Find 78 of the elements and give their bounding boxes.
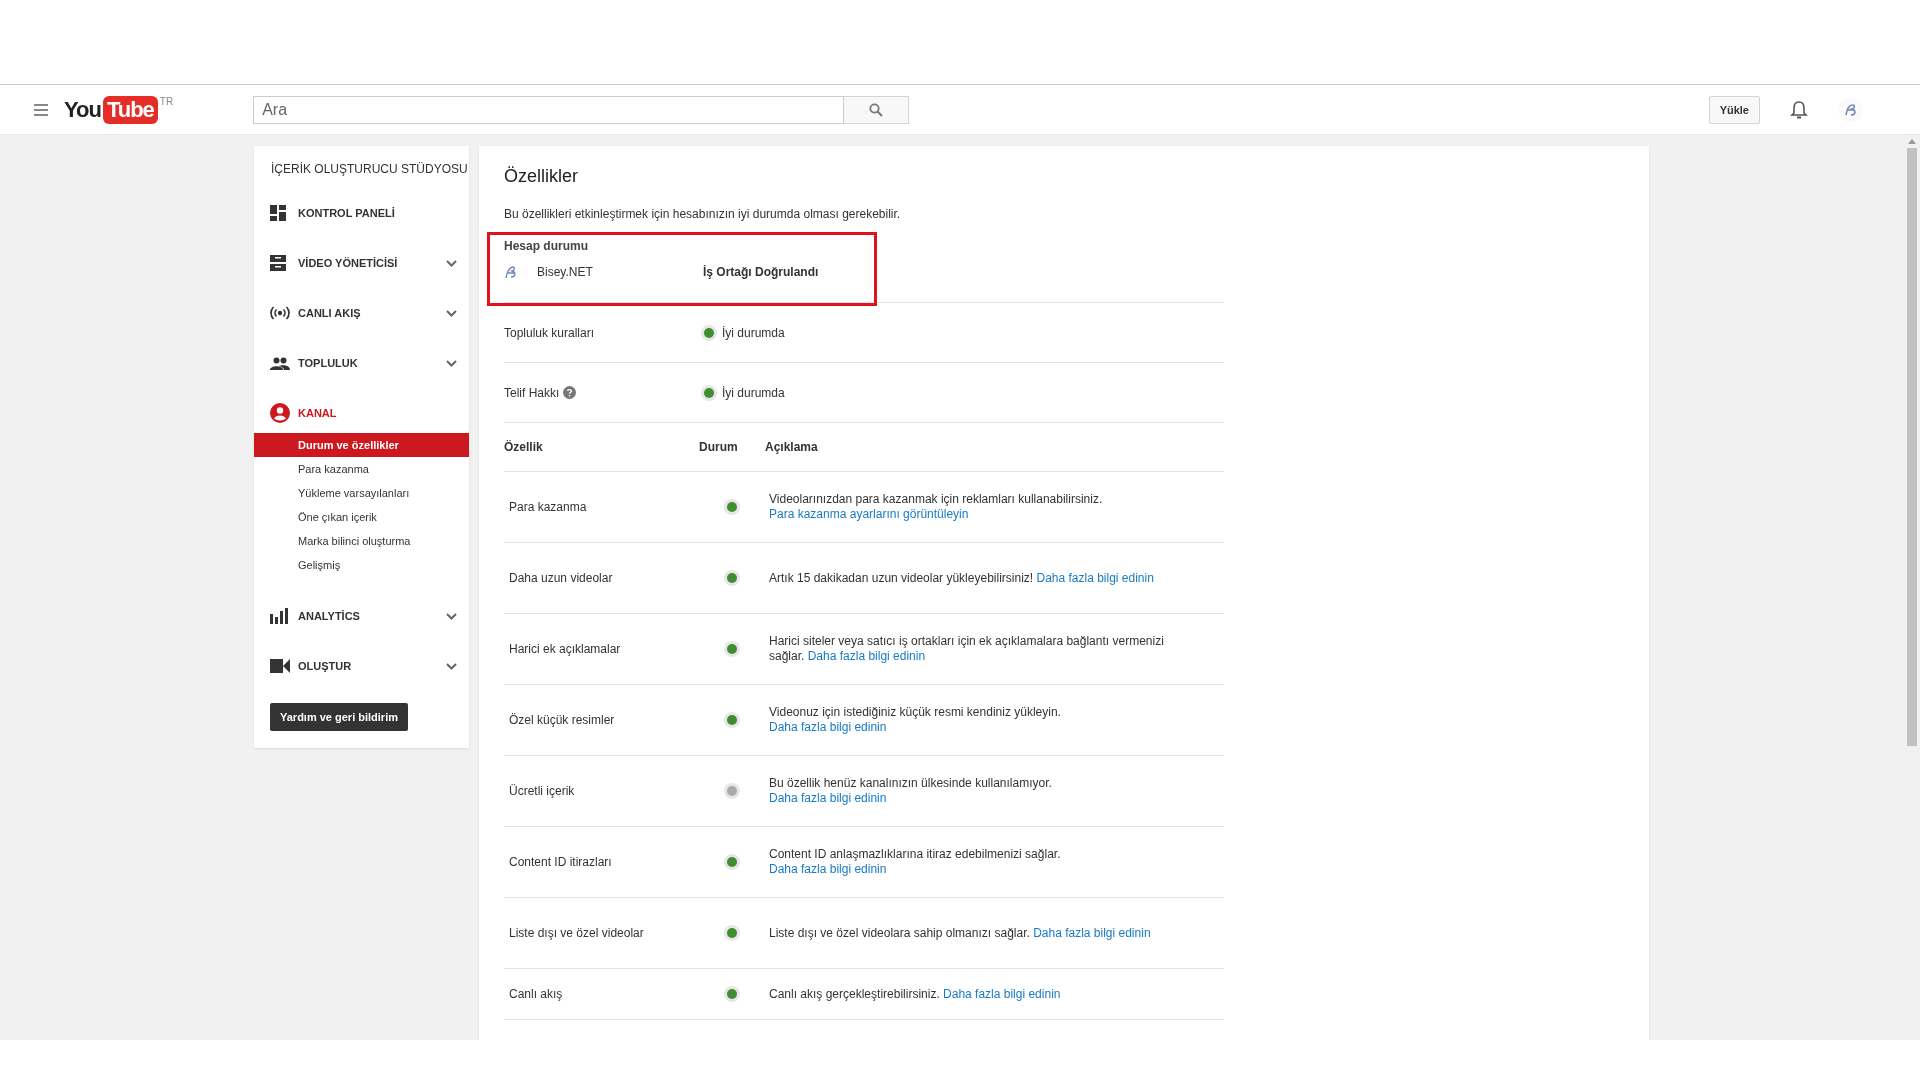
sidebar-item-label: VİDEO YÖNETİCİSİ	[298, 257, 399, 269]
feature-name: Canlı akış	[508, 987, 564, 1001]
column-header: Açıklama	[765, 440, 819, 454]
learn-more-link[interactable]: Daha fazla bilgi edinin	[1036, 570, 1154, 585]
sidebar-item-label: OLUŞTUR	[298, 660, 353, 672]
feature-description: Bu özellik henüz kanalınızın ülkesinde kullanılamıyor. Daha fazla bilgi edinin	[768, 776, 1053, 806]
chevron-down-icon[interactable]	[446, 662, 457, 670]
chevron-down-icon[interactable]	[446, 359, 457, 367]
sidebar-subitem[interactable]: Öne çıkan içerik	[254, 505, 469, 529]
learn-more-link[interactable]: Daha fazla bilgi edinin	[1033, 925, 1151, 940]
feature-name: Daha uzun videolar	[508, 571, 614, 585]
column-header: Özellik	[504, 440, 544, 454]
account-status: İş Ortağı Doğrulandı	[703, 265, 819, 279]
page-title: Özellikler	[504, 166, 579, 187]
feature-name: Para kazanma	[508, 500, 588, 514]
people-icon	[270, 356, 290, 370]
sidebar-item[interactable]: TOPLULUK	[254, 338, 469, 388]
feature-name: Liste dışı ve özel videolar	[508, 926, 645, 940]
sidebar-item[interactable]: ANALYTİCS	[254, 591, 469, 641]
standing-label: Telif Hakkı	[504, 385, 560, 400]
sidebar-subitem[interactable]: Gelişmiş	[254, 553, 469, 577]
sidebar-item[interactable]: KONTROL PANELİ	[254, 188, 469, 238]
sidebar-subitem[interactable]: Yükleme varsayılanları	[254, 481, 469, 505]
studio-title: İÇERİK OLUŞTURUCU STÜDYOSU	[270, 162, 469, 176]
sidebar-item[interactable]: OLUŞTUR	[254, 641, 469, 691]
learn-more-link[interactable]: Daha fazla bilgi edinin	[943, 986, 1061, 1001]
feature-name: Content ID itirazları	[508, 855, 613, 869]
channel-name: Bisey.NET	[537, 265, 594, 279]
search-icon	[869, 102, 884, 117]
chevron-down-icon[interactable]	[446, 612, 457, 620]
sidebar-item[interactable]: CANLI AKIŞ	[254, 288, 469, 338]
sidebar-item-label: CANLI AKIŞ	[298, 307, 362, 319]
feature-name: Özel küçük resimler	[508, 713, 616, 727]
bell-icon[interactable]	[1790, 99, 1808, 120]
standing-status: İyi durumda	[722, 325, 785, 340]
help-icon[interactable]	[563, 386, 577, 399]
feature-description: Harici siteler veya satıcı iş ortakları için ek açıklamalara bağlantı vermenizi sağlar. Daha fazla bilgi edinin	[768, 634, 1165, 664]
feature-description: Canlı akış gerçekleştirebilirsiniz. Daha fazla bilgi edinin	[768, 986, 1062, 1002]
learn-more-link[interactable]: Daha fazla bilgi edinin	[769, 862, 887, 876]
sidebar-item-label: TOPLULUK	[298, 357, 359, 369]
feature-name: Harici ek açıklamalar	[508, 642, 622, 656]
sidebar-subitem[interactable]: Marka bilinci oluşturma	[254, 529, 469, 553]
status-dot	[704, 327, 714, 338]
sidebar-item[interactable]: VİDEO YÖNETİCİSİ	[254, 238, 469, 288]
sidebar-subitem[interactable]: Para kazanma	[254, 457, 469, 481]
search-button[interactable]	[844, 95, 910, 124]
dashboard-icon	[270, 205, 286, 221]
account-status-heading: Hesap durumu	[504, 239, 589, 253]
chevron-down-icon[interactable]	[446, 309, 457, 317]
feature-description: Content ID anlaşmazlıklarına itiraz edebilmenizi sağlar. Daha fazla bilgi edinin	[768, 847, 1062, 877]
video-camera-icon	[270, 659, 290, 673]
feature-description: Videolarınızdan para kazanmak için reklamları kullanabilirsiniz. Para kazanma ayarlarını görüntüleyin	[768, 492, 1104, 522]
learn-more-link[interactable]: Para kazanma ayarlarını görüntüleyin	[769, 507, 969, 521]
sidebar-subitem[interactable]: Durum ve özellikler	[254, 433, 469, 457]
upload-button[interactable]: Yükle	[1708, 95, 1760, 124]
search-field[interactable]: Ara	[253, 95, 845, 124]
learn-more-link[interactable]: Daha fazla bilgi edinin	[769, 791, 887, 805]
feature-description: Liste dışı ve özel videolara sahip olmanızı sağlar. Daha fazla bilgi edinin	[768, 925, 1152, 941]
sidebar-item-label: ANALYTİCS	[298, 610, 361, 622]
status-dot	[704, 387, 714, 398]
standing-label: Topluluk kuralları	[504, 325, 595, 340]
help-feedback-button[interactable]: Yardım ve geri bildirim	[270, 703, 408, 731]
menu-icon[interactable]	[34, 103, 48, 116]
standing-status: İyi durumda	[722, 385, 785, 400]
feature-description: Videonuz için istediğiniz küçük resmi kendiniz yükleyin. Daha fazla bilgi edinin	[768, 705, 1062, 735]
learn-more-link[interactable]: Daha fazla bilgi edinin	[769, 720, 887, 734]
broadcast-icon	[270, 306, 290, 320]
learn-more-link[interactable]: Daha fazla bilgi edinin	[807, 649, 926, 663]
feature-name: Ücretli içerik	[508, 784, 576, 798]
feature-description: Artık 15 dakikadan uzun videolar yükleyebilirsiniz! Daha fazla bilgi edinin	[768, 570, 1155, 586]
drawer-icon	[270, 255, 286, 271]
chevron-down-icon[interactable]	[446, 259, 457, 267]
bar-chart-icon	[270, 608, 288, 624]
intro-text: Bu özellikleri etkinleştirmek için hesabınızın iyi durumda olması gerekebilir.	[504, 207, 902, 221]
sidebar-item-label: KONTROL PANELİ	[298, 207, 396, 219]
sidebar-item-label: KANAL	[298, 407, 338, 419]
column-header: Durum	[699, 440, 739, 454]
account-icon	[270, 403, 290, 423]
